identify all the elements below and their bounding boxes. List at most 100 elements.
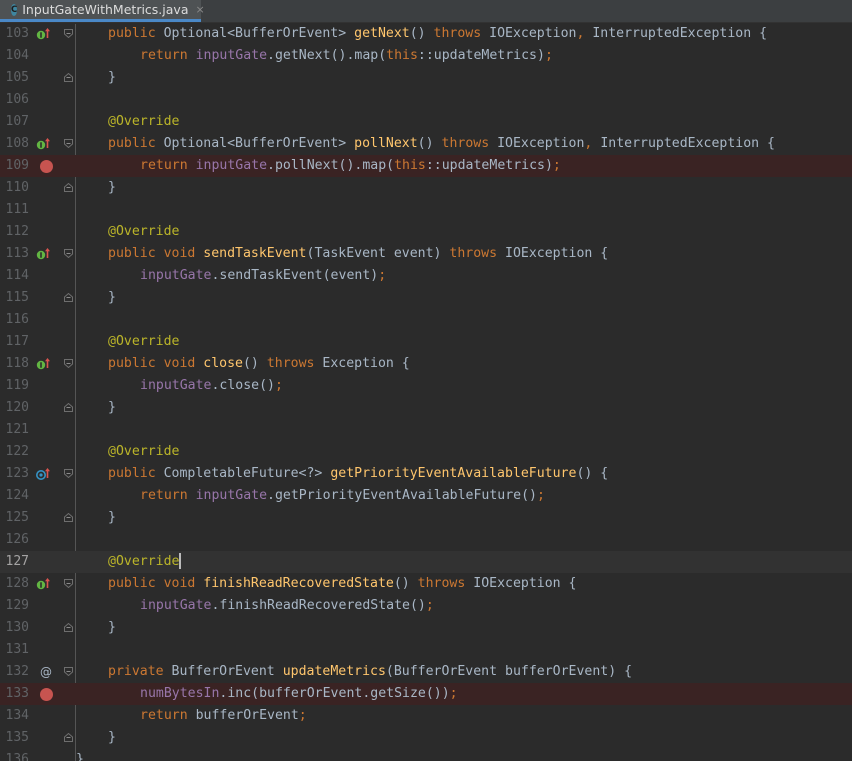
fold-end-icon[interactable] xyxy=(64,73,73,82)
line-number[interactable]: 118 xyxy=(0,353,29,375)
code-line[interactable]: 134 return bufferOrEvent; xyxy=(0,705,852,727)
line-number[interactable]: 127 xyxy=(0,551,29,573)
implements-method-icon[interactable] xyxy=(35,576,51,592)
line-number[interactable]: 134 xyxy=(0,705,29,727)
line-number[interactable]: 129 xyxy=(0,595,29,617)
code-line[interactable]: 120} xyxy=(0,397,852,419)
line-number[interactable]: 114 xyxy=(0,265,29,287)
code-line[interactable]: 114 inputGate.sendTaskEvent(event); xyxy=(0,265,852,287)
code-text[interactable]: @Override xyxy=(108,111,179,133)
code-line[interactable]: 113 public void sendTaskEvent(TaskEvent e… xyxy=(0,243,852,265)
line-number[interactable]: 103 xyxy=(0,23,29,45)
implements-method-icon[interactable] xyxy=(35,26,51,42)
code-text[interactable]: return bufferOrEvent; xyxy=(140,705,307,727)
code-line[interactable]: 109 return inputGate.pollNext().map(this:… xyxy=(0,155,852,177)
code-line[interactable]: 136} xyxy=(0,749,852,761)
code-text[interactable]: return inputGate.getPriorityEventAvailab… xyxy=(140,485,545,507)
line-number[interactable]: 128 xyxy=(0,573,29,595)
fold-end-icon[interactable] xyxy=(64,513,73,522)
fold-start-icon[interactable] xyxy=(64,29,73,38)
code-text[interactable]: inputGate.finishReadRecoveredState(); xyxy=(140,595,434,617)
code-line[interactable]: 117 @Override xyxy=(0,331,852,353)
code-text[interactable]: return inputGate.getNext().map(this::upd… xyxy=(140,45,553,67)
line-number[interactable]: 109 xyxy=(0,155,29,177)
line-number[interactable]: 122 xyxy=(0,441,29,463)
code-editor[interactable]: 103 public Optional<BufferOrEvent> getNex… xyxy=(0,24,852,761)
code-line[interactable]: 122 @Override xyxy=(0,441,852,463)
code-text[interactable]: inputGate.close(); xyxy=(140,375,283,397)
line-number[interactable]: 111 xyxy=(0,199,29,221)
editor-tab[interactable]: C InputGateWithMetrics.java × xyxy=(0,0,205,22)
line-number[interactable]: 123 xyxy=(0,463,29,485)
line-number[interactable]: 120 xyxy=(0,397,29,419)
line-number[interactable]: 108 xyxy=(0,133,29,155)
code-line[interactable]: 111 xyxy=(0,199,852,221)
fold-start-icon[interactable] xyxy=(64,667,73,676)
line-number[interactable]: 125 xyxy=(0,507,29,529)
code-text[interactable]: } xyxy=(108,67,116,89)
code-line[interactable]: 124 return inputGate.getPriorityEventAvai… xyxy=(0,485,852,507)
code-text[interactable]: public void finishReadRecoveredState() t… xyxy=(108,573,576,595)
code-line[interactable]: 128 public void finishReadRecoveredState(… xyxy=(0,573,852,595)
code-line[interactable]: 107 @Override xyxy=(0,111,852,133)
breakpoint-icon[interactable] xyxy=(40,688,53,701)
line-number[interactable]: 107 xyxy=(0,111,29,133)
line-number[interactable]: 116 xyxy=(0,309,29,331)
code-line[interactable]: 110} xyxy=(0,177,852,199)
code-line[interactable]: 131 xyxy=(0,639,852,661)
code-line[interactable]: 133 numBytesIn.inc(bufferOrEvent.getSize(… xyxy=(0,683,852,705)
code-text[interactable]: } xyxy=(108,727,116,749)
code-text[interactable]: @Override xyxy=(108,441,179,463)
code-text[interactable]: @Override xyxy=(108,551,182,573)
overrides-method-icon[interactable] xyxy=(35,466,51,482)
code-line[interactable]: 135} xyxy=(0,727,852,749)
code-line[interactable]: 121 xyxy=(0,419,852,441)
code-line[interactable]: 105} xyxy=(0,67,852,89)
code-line[interactable]: 132 @ private BufferOrEvent updateMetrics(… xyxy=(0,661,852,683)
implements-method-icon[interactable] xyxy=(35,356,51,372)
fold-start-icon[interactable] xyxy=(64,579,73,588)
code-text[interactable]: private BufferOrEvent updateMetrics(Buff… xyxy=(108,661,632,683)
code-text[interactable]: @Override xyxy=(108,221,179,243)
line-number[interactable]: 136 xyxy=(0,749,29,761)
close-icon[interactable]: × xyxy=(195,3,204,16)
fold-end-icon[interactable] xyxy=(64,623,73,632)
fold-start-icon[interactable] xyxy=(64,249,73,258)
line-number[interactable]: 105 xyxy=(0,67,29,89)
code-text[interactable]: } xyxy=(108,507,116,529)
code-text[interactable]: public void sendTaskEvent(TaskEvent even… xyxy=(108,243,608,265)
line-number[interactable]: 130 xyxy=(0,617,29,639)
fold-end-icon[interactable] xyxy=(64,403,73,412)
code-line[interactable]: 116 xyxy=(0,309,852,331)
fold-end-icon[interactable] xyxy=(64,733,73,742)
code-line[interactable]: 130} xyxy=(0,617,852,639)
breakpoint-icon[interactable] xyxy=(40,160,53,173)
code-text[interactable]: } xyxy=(108,177,116,199)
line-number[interactable]: 124 xyxy=(0,485,29,507)
line-number[interactable]: 106 xyxy=(0,89,29,111)
code-line[interactable]: 104 return inputGate.getNext().map(this::… xyxy=(0,45,852,67)
fold-end-icon[interactable] xyxy=(64,293,73,302)
line-number[interactable]: 115 xyxy=(0,287,29,309)
code-text[interactable]: public CompletableFuture<?> getPriorityE… xyxy=(108,463,608,485)
line-number[interactable]: 121 xyxy=(0,419,29,441)
code-line[interactable]: 123 public CompletableFuture<?> getPriori… xyxy=(0,463,852,485)
code-line[interactable]: 127 @Override xyxy=(0,551,852,573)
line-number[interactable]: 126 xyxy=(0,529,29,551)
code-text[interactable]: @Override xyxy=(108,331,179,353)
code-text[interactable]: } xyxy=(108,287,116,309)
code-line[interactable]: 115} xyxy=(0,287,852,309)
line-number[interactable]: 117 xyxy=(0,331,29,353)
code-line[interactable]: 129 inputGate.finishReadRecoveredState(); xyxy=(0,595,852,617)
code-line[interactable]: 119 inputGate.close(); xyxy=(0,375,852,397)
line-number[interactable]: 131 xyxy=(0,639,29,661)
code-line[interactable]: 118 public void close() throws Exception … xyxy=(0,353,852,375)
line-number[interactable]: 112 xyxy=(0,221,29,243)
code-line[interactable]: 108 public Optional<BufferOrEvent> pollNe… xyxy=(0,133,852,155)
line-number[interactable]: 132 xyxy=(0,661,29,683)
code-text[interactable]: } xyxy=(108,397,116,419)
code-text[interactable]: numBytesIn.inc(bufferOrEvent.getSize()); xyxy=(140,683,458,705)
code-text[interactable]: public Optional<BufferOrEvent> getNext()… xyxy=(108,23,767,45)
code-text[interactable]: public void close() throws Exception { xyxy=(108,353,410,375)
code-line[interactable]: 125} xyxy=(0,507,852,529)
